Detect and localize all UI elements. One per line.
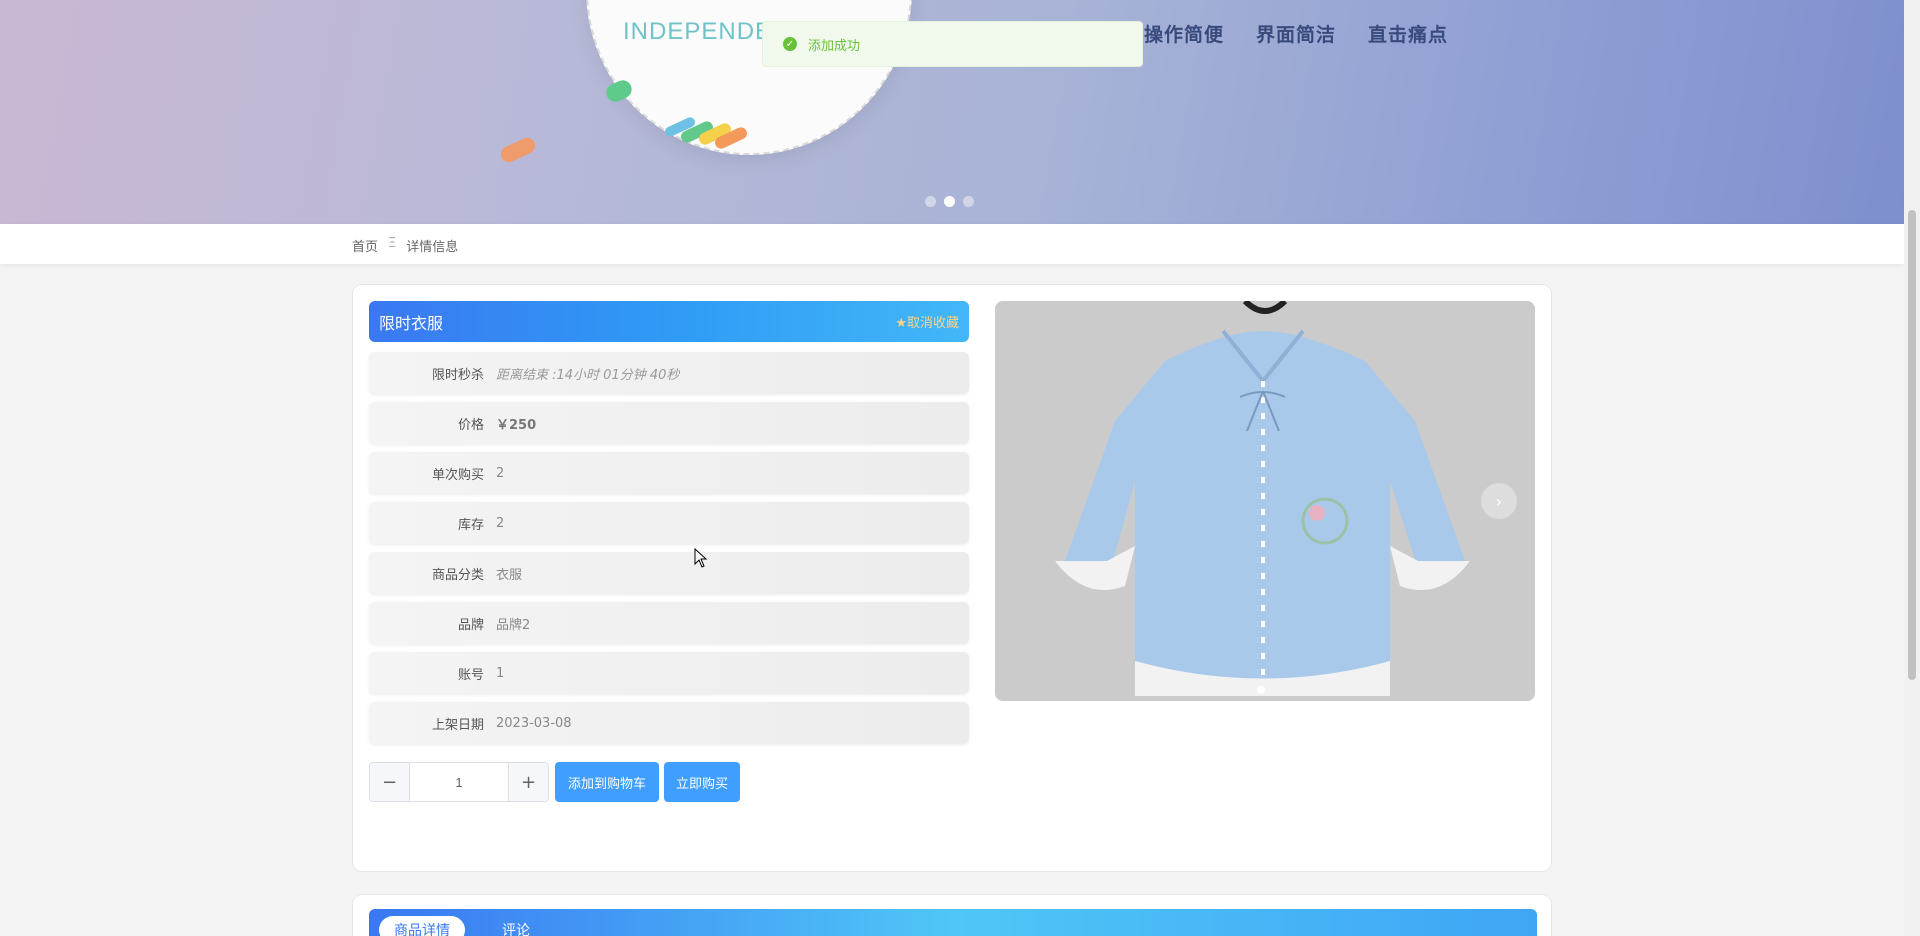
success-toast: ✓ 添加成功 <box>762 21 1143 67</box>
quantity-stepper: − + <box>369 762 549 802</box>
row-label: 库存 <box>457 517 484 533</box>
row-value: 2 <box>496 465 505 481</box>
info-row-category: 商品分类 衣服 <box>369 552 969 594</box>
add-to-cart-button[interactable]: 添加到购物车 <box>555 762 659 802</box>
row-label: 上架日期 <box>431 717 484 733</box>
carousel-dot-active[interactable] <box>944 196 955 207</box>
tab-comments[interactable]: 评论 <box>487 916 545 936</box>
row-label: 单次购买 <box>431 467 484 483</box>
breadcrumb-current: 详情信息 <box>406 240 459 255</box>
row-value: 品牌2 <box>496 617 531 633</box>
info-row-price: 价格 ￥250 <box>369 402 969 444</box>
breadcrumb: 首页 Ξ 详情信息 <box>352 236 458 255</box>
row-value: 2023-03-08 <box>496 715 572 731</box>
info-row-stock: 库存 2 <box>369 502 969 544</box>
page-scrollbar[interactable] <box>1904 0 1920 936</box>
scrollbar-thumb[interactable] <box>1908 210 1916 680</box>
product-detail-card: 限时衣服 ★取消收藏 限时秒杀 距离结束 :14小时 01分钟 40秒 价格 ￥… <box>352 284 1552 872</box>
info-row-listing-date: 上架日期 2023-03-08 <box>369 702 969 744</box>
chevron-right-icon[interactable]: › <box>1481 483 1517 519</box>
row-label: 商品分类 <box>431 567 484 583</box>
row-label: 限时秒杀 <box>431 367 484 383</box>
carousel-dot[interactable] <box>925 196 936 207</box>
row-label: 价格 <box>457 417 484 433</box>
decrease-quantity-button[interactable]: − <box>370 763 410 801</box>
row-label: 账号 <box>457 667 484 683</box>
detail-tabs: 商品详情 评论 <box>369 909 1537 936</box>
quantity-input[interactable] <box>410 763 508 801</box>
row-value: 2 <box>496 515 505 531</box>
breadcrumb-separator: Ξ <box>388 236 397 251</box>
product-title-bar: 限时衣服 ★取消收藏 <box>369 301 969 342</box>
increase-quantity-button[interactable]: + <box>508 763 548 801</box>
buy-now-button[interactable]: 立即购买 <box>664 762 740 802</box>
row-value: 衣服 <box>496 567 523 583</box>
info-row-brand: 品牌 品牌2 <box>369 602 969 644</box>
price-value: ￥250 <box>496 417 537 433</box>
detail-tabs-card: 商品详情 评论 <box>352 894 1552 936</box>
check-circle-icon: ✓ <box>783 37 797 51</box>
row-label: 品牌 <box>457 617 484 633</box>
product-title: 限时衣服 <box>379 313 444 333</box>
banner-slogan: 操作简便 <box>1144 24 1225 46</box>
carousel-indicators <box>925 196 974 207</box>
mouse-cursor-icon <box>694 548 708 568</box>
banner-slogan: 界面简洁 <box>1256 24 1337 46</box>
product-image <box>995 301 1535 701</box>
banner-slogans: 操作简便 界面简洁 直击痛点 <box>1144 20 1448 47</box>
carousel-dot[interactable] <box>963 196 974 207</box>
banner-slogan: 直击痛点 <box>1368 24 1449 46</box>
info-row-flash-sale: 限时秒杀 距离结束 :14小时 01分钟 40秒 <box>369 352 969 394</box>
breadcrumb-home-link[interactable]: 首页 <box>352 236 378 255</box>
toast-message: 添加成功 <box>808 38 861 54</box>
info-row-account: 账号 1 <box>369 652 969 694</box>
info-row-single-purchase: 单次购买 2 <box>369 452 969 494</box>
image-indicator-dot[interactable] <box>1257 686 1265 694</box>
product-image-carousel: › <box>995 301 1535 701</box>
row-value: 1 <box>496 665 505 681</box>
unfavorite-button[interactable]: ★取消收藏 <box>895 312 959 331</box>
tab-product-details[interactable]: 商品详情 <box>379 916 465 936</box>
countdown-value: 距离结束 :14小时 01分钟 40秒 <box>496 367 680 383</box>
decor-shape <box>498 135 538 165</box>
breadcrumb-bar: 首页 Ξ 详情信息 <box>0 224 1904 264</box>
